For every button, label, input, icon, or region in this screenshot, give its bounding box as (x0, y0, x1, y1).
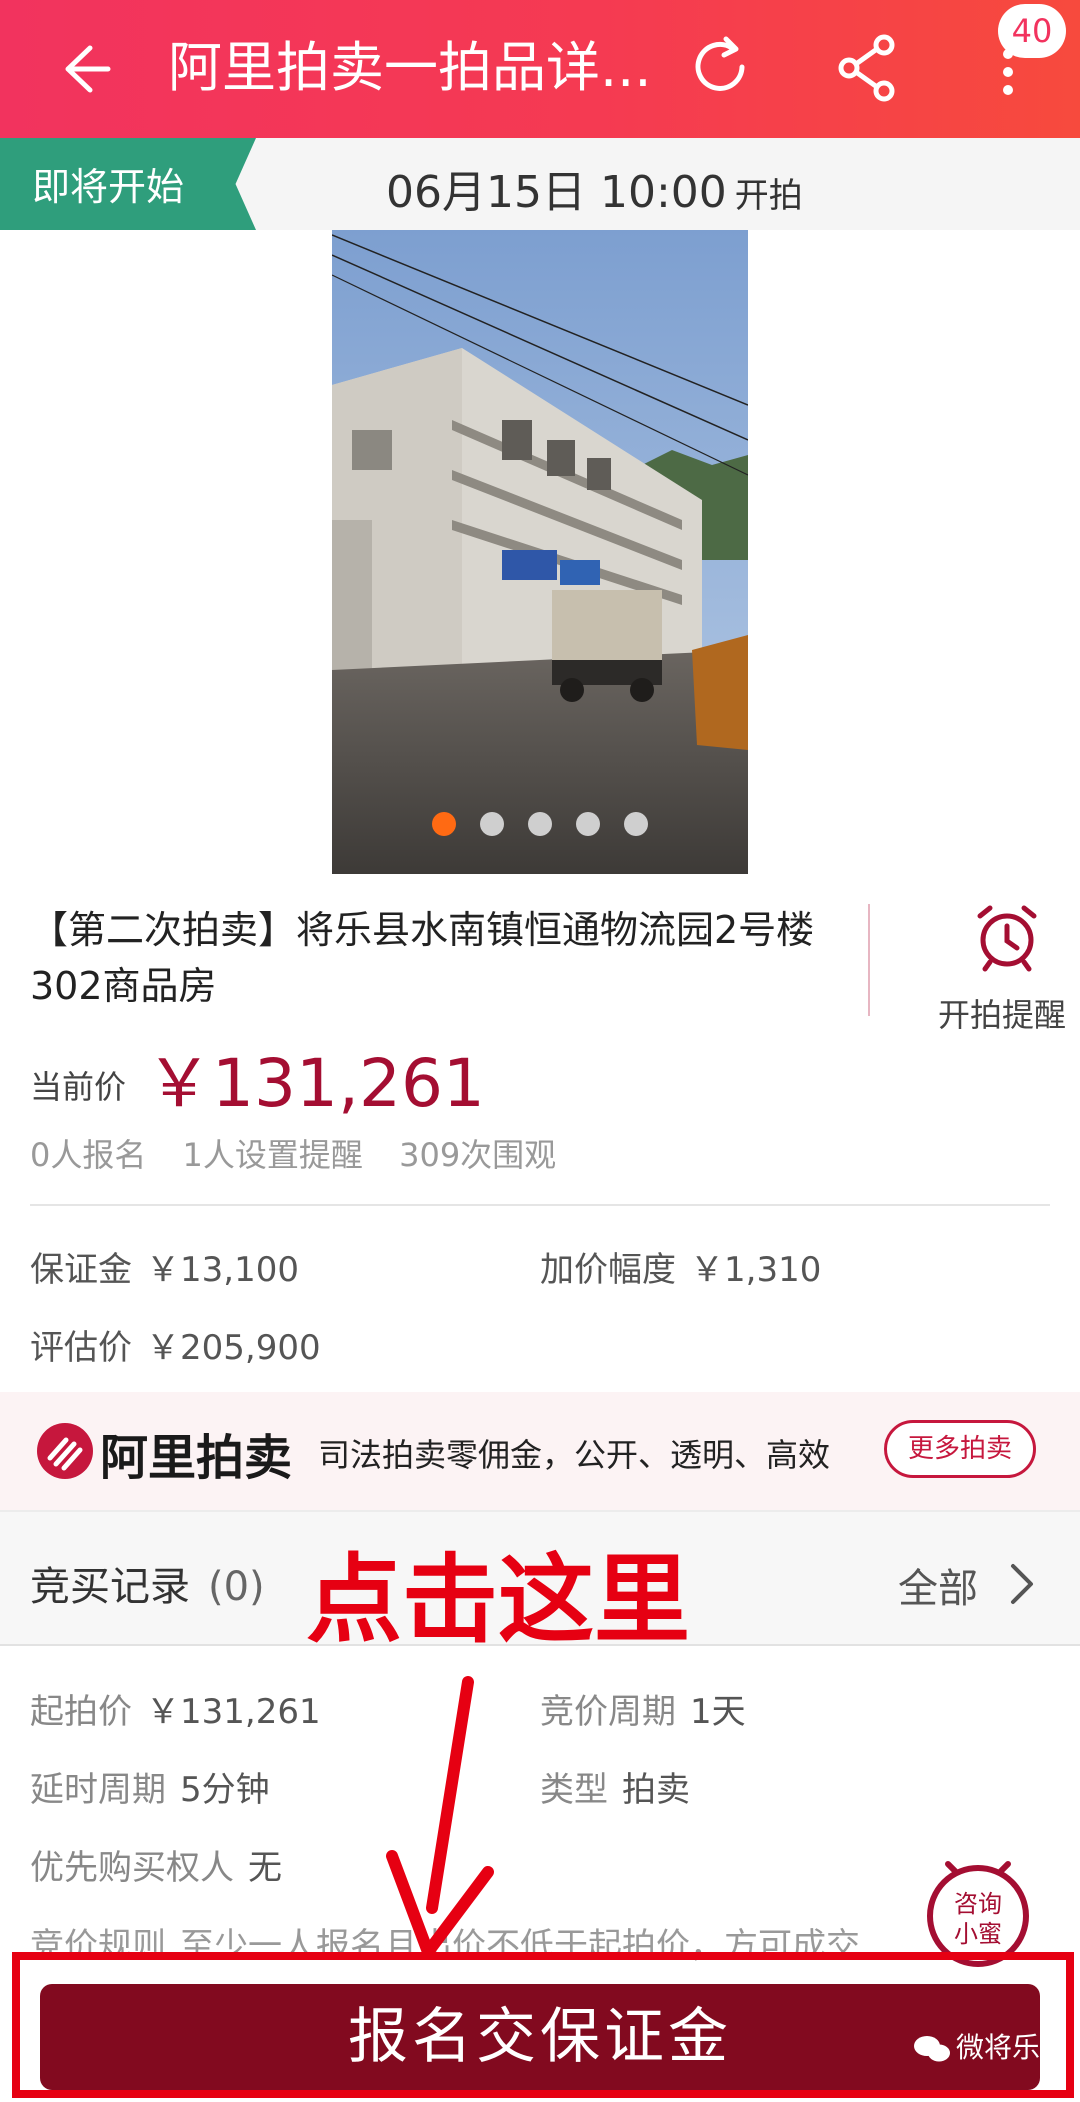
appraisal: 评估价 ￥205,900 (30, 1320, 321, 1369)
start-price: 起拍价 ￥131,261 (30, 1684, 321, 1733)
appraisal-value: ￥205,900 (146, 1328, 321, 1368)
delay-label: 延时周期 (30, 1770, 166, 1810)
consult-line-1: 咨询 (954, 1890, 1002, 1918)
auction-stats: 0人报名 1人设置提醒 309次围观 (30, 1130, 582, 1176)
status-tag-label: 即将开始 (32, 165, 185, 209)
refresh-icon[interactable] (686, 33, 754, 101)
back-arrow-icon[interactable] (50, 36, 116, 102)
start-time-suffix: 开拍 (734, 176, 803, 216)
signup-count: 0人报名 (30, 1136, 147, 1174)
view-all-link[interactable]: 全部 (898, 1556, 978, 1614)
wechat-icon (914, 2036, 950, 2062)
notification-badge: 40 (998, 4, 1066, 58)
watermark-text: 微将乐 (956, 2031, 1041, 2064)
deposit-label: 保证金 (30, 1250, 132, 1290)
start-price-label: 起拍价 (30, 1692, 132, 1732)
item-title: 【第二次拍卖】将乐县水南镇恒通物流园2号楼302商品房 (30, 908, 815, 1008)
watermark: 微将乐 (912, 2026, 1040, 2066)
appraisal-label: 评估价 (30, 1328, 132, 1368)
start-time-value: 06月15日 10:00 (386, 167, 727, 218)
start-reminder-button[interactable]: 开拍提醒 (938, 990, 1066, 1036)
delay-cycle: 延时周期 5分钟 (30, 1762, 270, 1811)
gallery-dot[interactable] (480, 812, 504, 836)
brand-name: 阿里拍卖 (100, 1430, 293, 1486)
gallery-dot[interactable] (528, 812, 552, 836)
reminder-count: 1人设置提醒 (182, 1136, 363, 1174)
type-label: 类型 (540, 1770, 608, 1810)
current-price: ￥131,261 (146, 1045, 485, 1122)
increment-label: 加价幅度 (540, 1250, 676, 1290)
type-value: 拍卖 (622, 1770, 690, 1810)
deposit: 保证金 ￥13,100 (30, 1242, 299, 1291)
deposit-value: ￥13,100 (146, 1250, 299, 1290)
priority-buyer: 优先购买权人无 (30, 1840, 282, 1889)
share-icon[interactable] (836, 33, 898, 103)
priority-value: 无 (248, 1848, 282, 1888)
auction-type: 类型 拍卖 (540, 1762, 690, 1811)
brand-banner: 阿里拍卖 司法拍卖零佣金，公开、透明、高效 更多拍卖 (0, 1392, 1080, 1510)
annotation-arrow-icon (386, 1676, 494, 1958)
current-price-label: 当前价 (30, 1068, 127, 1106)
bid-records-label: 竞买记录 (0) (30, 1554, 265, 1612)
property-photo[interactable] (332, 230, 748, 874)
delay-value: 5分钟 (180, 1770, 270, 1810)
gallery-pagination (0, 812, 1080, 842)
bidding-cycle: 竞价周期 1天 (540, 1684, 746, 1733)
click-here-annotation: 点击这里 (306, 1544, 690, 1656)
cycle-label: 竞价周期 (540, 1692, 676, 1732)
gallery-dot[interactable] (624, 812, 648, 836)
priority-label: 优先购买权人 (30, 1848, 234, 1888)
chevron-right-icon[interactable] (1008, 1562, 1036, 1606)
register-deposit-button[interactable]: 报名交保证金 (40, 1984, 1040, 2090)
bid-records-row[interactable]: 竞买记录 (0) 点击这里 全部 (0, 1510, 1080, 1656)
bid-records-count: (0) (208, 1564, 265, 1610)
more-auctions-button[interactable]: 更多拍卖 (884, 1420, 1036, 1478)
page-title: 阿里拍卖一拍品详... (168, 36, 652, 99)
divider (30, 1204, 1050, 1206)
bid-increment: 加价幅度 ￥1,310 (540, 1242, 821, 1291)
vertical-divider (868, 904, 870, 1016)
increment-value: ￥1,310 (690, 1250, 822, 1290)
cycle-value: 1天 (690, 1692, 746, 1732)
ali-auction-logo-icon (37, 1423, 93, 1479)
alarm-clock-icon[interactable] (972, 902, 1042, 972)
start-price-value: ￥131,261 (146, 1692, 321, 1732)
bid-records-title: 竞买记录 (30, 1564, 190, 1610)
consult-line-2: 小蜜 (954, 1920, 1002, 1948)
gallery-dot[interactable] (432, 812, 456, 836)
view-count: 309次围观 (399, 1136, 557, 1174)
gallery-dot[interactable] (576, 812, 600, 836)
auction-status-strip: 即将开始 06月15日 10:00 开拍 (0, 138, 1080, 230)
start-time: 06月15日 10:00 开拍 (386, 156, 803, 220)
brand-slogan: 司法拍卖零佣金，公开、透明、高效 (318, 1436, 831, 1474)
app-bar: 阿里拍卖一拍品详... 40 (0, 0, 1080, 138)
